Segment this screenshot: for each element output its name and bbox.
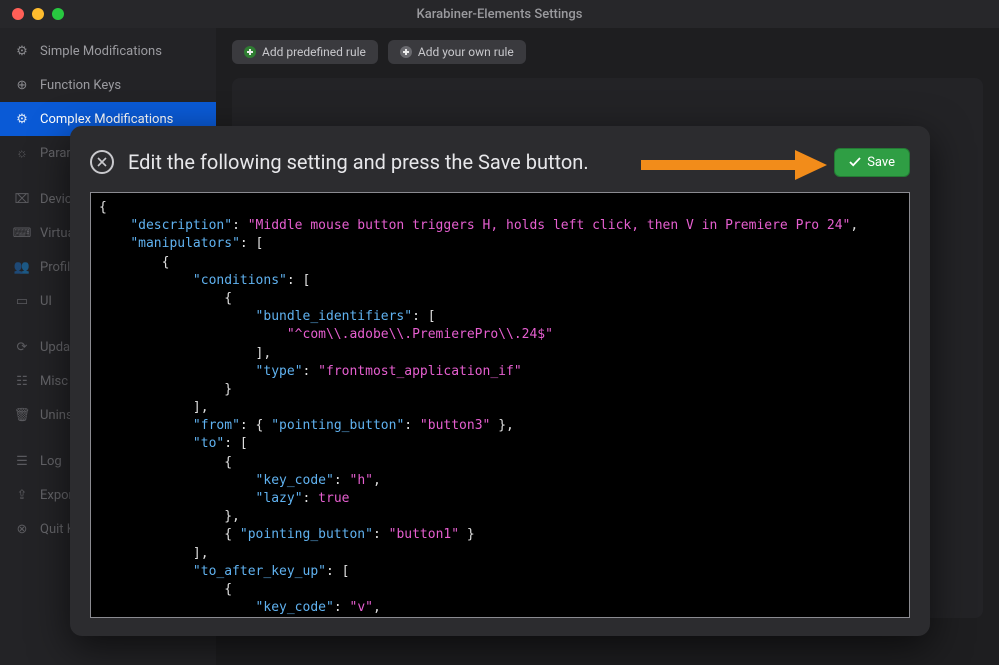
app-window: Karabiner-Elements Settings ⚙ Simple Mod… <box>0 0 999 665</box>
button-label: Add your own rule <box>418 45 514 59</box>
sidebar-item-label: Function Keys <box>40 78 121 93</box>
modal-header: Edit the following setting and press the… <box>90 142 910 182</box>
export-icon: ⇪ <box>14 487 30 503</box>
sidebar-item-label: Log <box>40 454 62 469</box>
sidebar-item-label: Simple Modifications <box>40 44 162 59</box>
sidebar-item-label: Misc <box>40 374 68 389</box>
device-icon: ⌧ <box>14 191 30 207</box>
button-label: Add predefined rule <box>262 45 366 59</box>
doc-icon: ☰ <box>14 453 30 469</box>
add-own-rule-button[interactable]: Add your own rule <box>388 40 526 64</box>
button-label: Save <box>867 155 895 170</box>
modal-title: Edit the following setting and press the… <box>128 150 820 174</box>
add-predefined-rule-button[interactable]: Add predefined rule <box>232 40 378 64</box>
minimize-window-button[interactable] <box>32 8 44 20</box>
close-window-button[interactable] <box>12 8 24 20</box>
inbox-icon: ☷ <box>14 373 30 389</box>
gears-icon: ⚙ <box>14 111 30 127</box>
quit-icon: ⊗ <box>14 521 30 537</box>
window-title: Karabiner-Elements Settings <box>0 7 999 22</box>
edit-rule-modal: Edit the following setting and press the… <box>70 126 930 636</box>
json-editor[interactable]: { "description": "Middle mouse button tr… <box>90 192 910 618</box>
plus-icon <box>400 46 412 58</box>
close-modal-button[interactable] <box>90 150 114 174</box>
gear-icon: ⚙ <box>14 43 30 59</box>
sidebar-item-label: Complex Modifications <box>40 112 173 127</box>
titlebar: Karabiner-Elements Settings <box>0 0 999 28</box>
zoom-window-button[interactable] <box>52 8 64 20</box>
plus-circle-icon: ⊕ <box>14 77 30 93</box>
keyboard-icon: ⌨ <box>14 225 30 241</box>
trash-icon: 🗑 <box>14 407 30 423</box>
sidebar-item-label: UI <box>40 294 52 309</box>
sidebar-item-function-keys[interactable]: ⊕ Function Keys <box>0 68 216 102</box>
close-icon <box>97 157 107 167</box>
code-content[interactable]: { "description": "Middle mouse button tr… <box>91 193 909 617</box>
plus-icon <box>244 46 256 58</box>
ui-icon: ▭ <box>14 293 30 309</box>
people-icon: 👥 <box>14 259 30 275</box>
rules-toolbar: Add predefined rule Add your own rule <box>232 40 983 64</box>
sidebar-item-simple-modifications[interactable]: ⚙ Simple Modifications <box>0 34 216 68</box>
window-controls <box>12 8 64 20</box>
check-icon <box>849 156 861 168</box>
sun-icon: ☼ <box>14 145 30 161</box>
editor-scroll[interactable]: { "description": "Middle mouse button tr… <box>91 193 909 617</box>
globe-icon: ⟳ <box>14 339 30 355</box>
save-button[interactable]: Save <box>834 148 910 177</box>
